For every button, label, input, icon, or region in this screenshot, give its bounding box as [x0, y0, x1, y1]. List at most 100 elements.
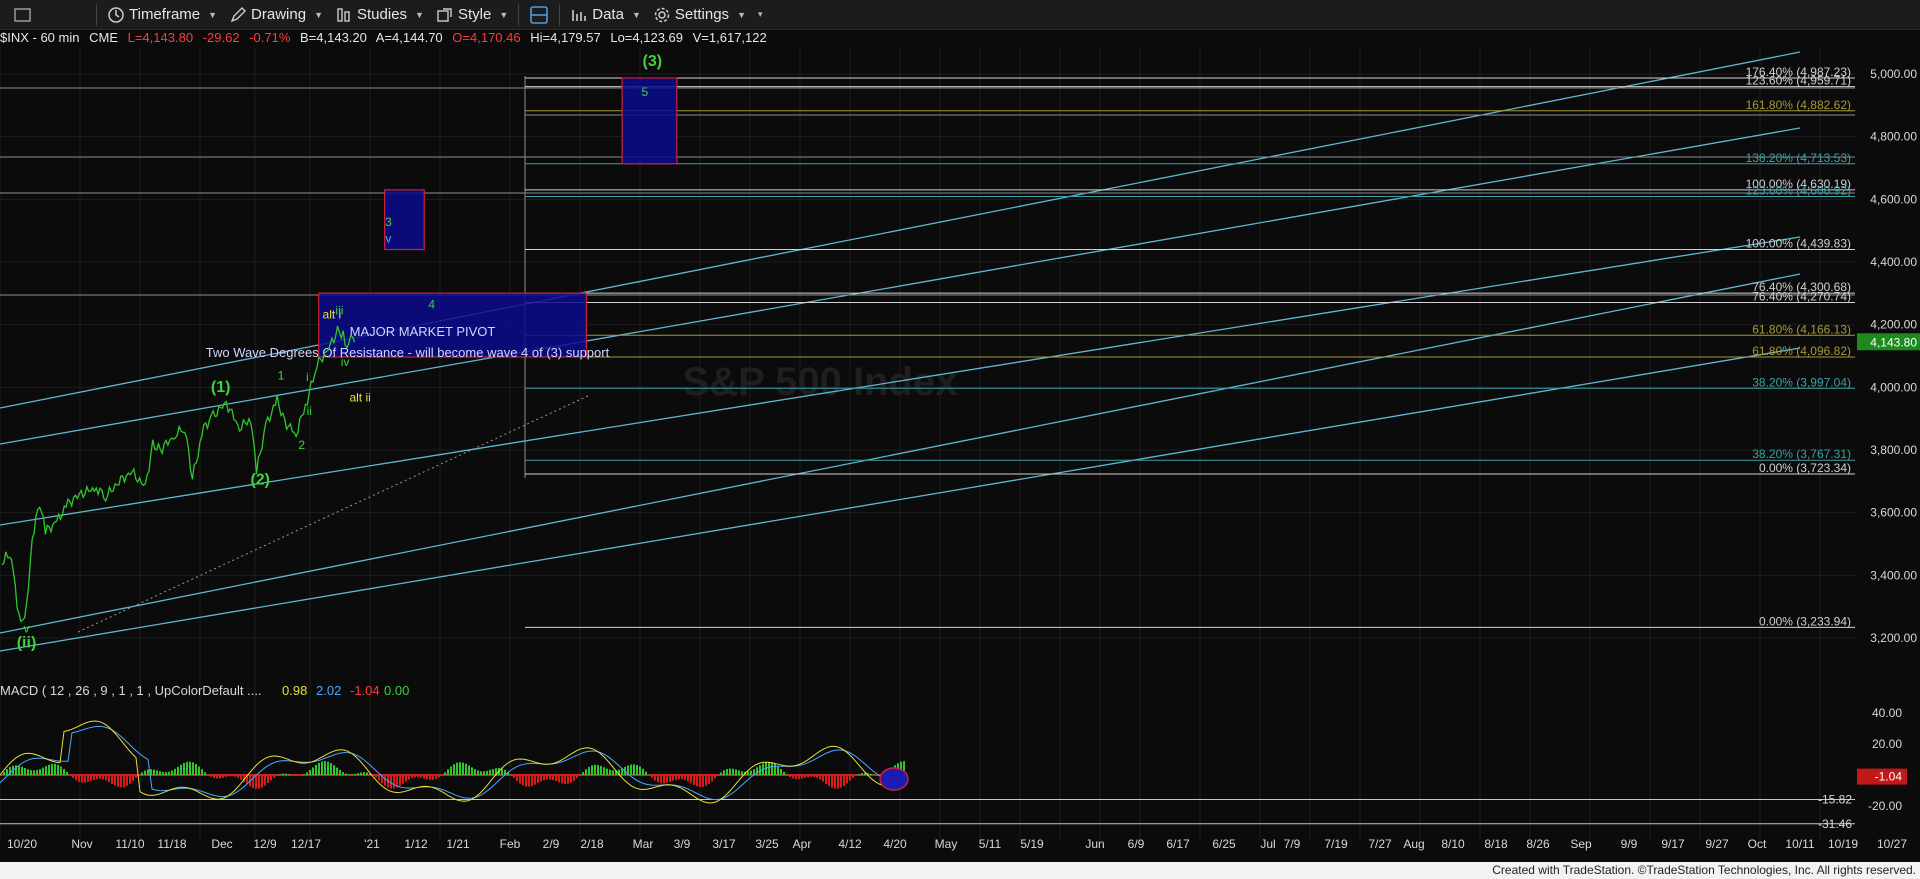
- macd-histogram-bar: [432, 775, 434, 780]
- macd-histogram-bar: [225, 775, 227, 777]
- wave-label: iv: [341, 355, 350, 369]
- layout-icon: [530, 5, 549, 24]
- macd-histogram-bar: [153, 769, 155, 775]
- macd-histogram-bar: [558, 775, 560, 783]
- studies-menu[interactable]: Studies ▼: [329, 0, 430, 29]
- drawing-menu[interactable]: Drawing ▼: [223, 0, 329, 29]
- price-axis-tick: 3,800.00: [1870, 443, 1917, 457]
- window-icon[interactable]: [0, 0, 46, 29]
- macd-histogram-bar: [402, 775, 404, 784]
- timeframe-menu[interactable]: Timeframe ▼: [101, 0, 223, 29]
- macd-histogram-bar: [459, 762, 461, 775]
- macd-histogram-bar: [21, 766, 23, 775]
- macd-histogram-bar: [666, 775, 668, 783]
- time-axis-tick: 12/17: [291, 837, 321, 851]
- macd-histogram-bar: [438, 775, 440, 778]
- time-axis-tick: 1/21: [446, 837, 470, 851]
- wave-label: 3: [385, 215, 392, 229]
- time-axis-tick: 10/27: [1877, 837, 1907, 851]
- macd-histogram-bar: [66, 771, 68, 775]
- macd-histogram-bar: [486, 770, 488, 775]
- macd-histogram-bar: [141, 772, 143, 775]
- data-label: Data: [592, 6, 624, 23]
- macd-histogram-bar: [705, 775, 707, 786]
- macd-histogram-bar: [582, 772, 584, 775]
- macd-histogram-bar: [549, 775, 551, 780]
- macd-histogram-bar: [756, 767, 758, 775]
- chevron-down-icon: ▼: [415, 9, 424, 20]
- macd-histogram-bar: [297, 775, 299, 776]
- price-axis-tick: 5,000.00: [1870, 67, 1917, 81]
- macd-histogram-bar: [306, 772, 308, 775]
- macd-histogram-bar: [339, 770, 341, 775]
- macd-histogram-bar: [807, 775, 809, 778]
- macd-histogram-bar: [156, 770, 158, 775]
- macd-histogram-bar: [321, 761, 323, 775]
- macd-histogram-bar: [798, 775, 800, 780]
- macd-histogram-bar: [678, 775, 680, 780]
- data-menu[interactable]: Data ▼: [564, 0, 647, 29]
- macd-histogram-bar: [657, 775, 659, 783]
- macd-histogram-bar: [72, 775, 74, 778]
- time-axis-tick: Dec: [211, 837, 232, 851]
- macd-histogram-bar: [363, 772, 365, 775]
- macd-histogram-bar: [204, 772, 206, 775]
- macd-histogram-bar: [45, 766, 47, 775]
- time-axis-tick: 1/12: [404, 837, 428, 851]
- style-menu[interactable]: Style ▼: [430, 0, 514, 29]
- macd-histogram-bar: [126, 775, 128, 786]
- macd-histogram-bar: [600, 765, 602, 775]
- macd-histogram-bar: [699, 775, 701, 788]
- settings-menu[interactable]: Settings ▼: [647, 0, 752, 29]
- macd-histogram-bar: [330, 763, 332, 775]
- time-axis-tick: 12/9: [253, 837, 277, 851]
- chevron-down-icon: ▼: [737, 9, 746, 20]
- macd-histogram-bar: [537, 775, 539, 784]
- macd-histogram-bar: [450, 766, 452, 775]
- ask-price: A=4,144.70: [375, 30, 443, 45]
- macd-histogram-bar: [555, 775, 557, 782]
- time-axis-tick: 9/9: [1621, 837, 1638, 851]
- zero-value: 0.00: [384, 683, 409, 698]
- macd-histogram-bar: [693, 775, 695, 785]
- macd-histogram-bar: [723, 770, 725, 775]
- macd-histogram-bar: [342, 772, 344, 775]
- macd-histogram-bar: [294, 775, 296, 776]
- macd-histogram-bar: [669, 775, 671, 782]
- macd-histogram-bar: [90, 775, 92, 781]
- macd-histogram-bar: [840, 775, 842, 788]
- chart-area[interactable]: S&P 500 Index176.40% (4,987.23)123.60% (…: [0, 48, 1920, 862]
- time-axis-tick: 6/17: [1166, 837, 1190, 851]
- macd-histogram-bar: [228, 775, 230, 777]
- macd-histogram-bar: [6, 769, 8, 775]
- macd-histogram-bar: [99, 775, 101, 779]
- macd-histogram-bar: [774, 763, 776, 775]
- macd-histogram-bar: [612, 770, 614, 775]
- macd-histogram-bar: [813, 775, 815, 778]
- macd-histogram-bar: [147, 769, 149, 775]
- macd-histogram-bar: [585, 769, 587, 775]
- macd-histogram-bar: [39, 769, 41, 775]
- macd-histogram-bar: [777, 766, 779, 775]
- macd-histogram-bar: [408, 775, 410, 780]
- layout-button[interactable]: [523, 0, 555, 29]
- low-price: Lo=4,123.69: [610, 30, 683, 45]
- macd-last-tag-text: -1.04: [1875, 770, 1903, 784]
- macd-histogram-bar: [33, 770, 35, 775]
- open-price: O=4,170.46: [452, 30, 521, 45]
- macd-histogram-bar: [312, 767, 314, 775]
- macd-histogram-bar: [525, 775, 527, 787]
- macd-histogram-bar: [261, 775, 263, 788]
- fib-level-label: 0.00% (3,723.34): [1759, 461, 1851, 475]
- toolbar-overflow-button[interactable]: ▾: [752, 0, 769, 29]
- time-axis-tick: 7/27: [1368, 837, 1392, 851]
- macd-histogram-bar: [606, 768, 608, 775]
- macd-histogram-bar: [531, 775, 533, 786]
- toolbar-divider: [559, 3, 561, 26]
- macd-histogram-bar: [720, 772, 722, 775]
- style-label: Style: [457, 6, 492, 23]
- fib-level-label: 61.80% (4,166.13): [1752, 322, 1851, 336]
- macd-histogram-bar: [783, 771, 785, 775]
- macd-histogram-bar: [390, 775, 392, 789]
- macd-histogram-bar: [210, 775, 212, 777]
